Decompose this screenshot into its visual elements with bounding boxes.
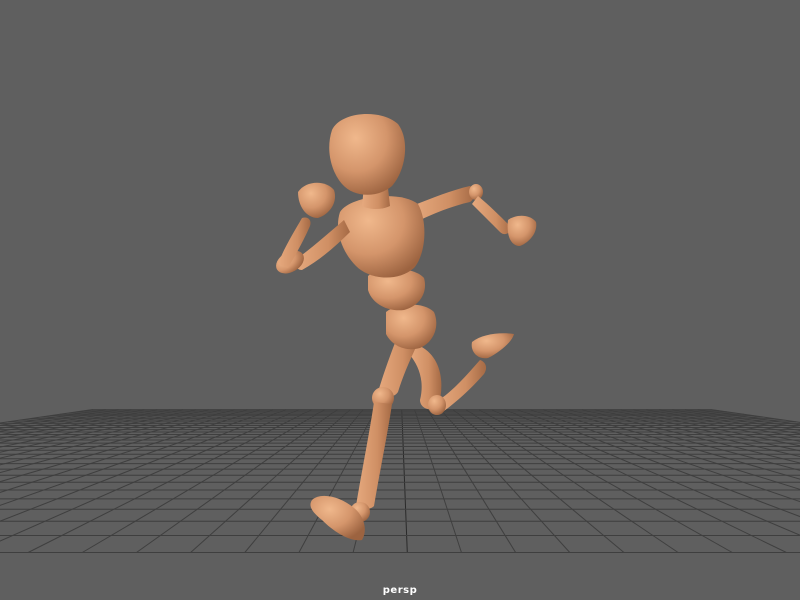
left-arm[interactable] <box>272 183 350 278</box>
head[interactable] <box>329 114 405 195</box>
grid-line <box>633 410 800 553</box>
grid-line <box>659 410 800 553</box>
grid-line <box>402 410 408 553</box>
grid-line <box>608 410 800 553</box>
grid-line <box>191 410 351 553</box>
viewport-scene[interactable] <box>0 0 800 600</box>
grid-line <box>0 410 106 553</box>
grid-line <box>479 410 732 553</box>
grid-line <box>466 410 678 553</box>
grid-line <box>518 410 800 553</box>
grid-line <box>415 410 462 553</box>
grid-line <box>672 410 800 553</box>
right-fist[interactable] <box>508 216 537 246</box>
front-leg[interactable] <box>310 330 420 540</box>
back-foot[interactable] <box>472 333 514 358</box>
grid-line <box>0 410 299 553</box>
pelvis[interactable] <box>386 305 436 350</box>
grid-line <box>136 410 337 553</box>
ground-grid <box>0 410 800 553</box>
grid-line <box>0 410 170 553</box>
grid-line <box>453 410 624 553</box>
grid-line <box>0 410 209 553</box>
grid-line <box>427 410 515 553</box>
grid-line <box>595 410 800 553</box>
maya-perspective-viewport[interactable]: persp <box>0 0 800 600</box>
grid-line <box>530 410 800 553</box>
camera-label: persp <box>0 585 800 596</box>
right-arm[interactable] <box>412 184 536 246</box>
grid-line <box>0 410 222 553</box>
left-fist[interactable] <box>298 183 335 218</box>
grid-line <box>492 410 787 553</box>
back-leg[interactable] <box>410 333 514 415</box>
grid-line <box>440 410 569 553</box>
